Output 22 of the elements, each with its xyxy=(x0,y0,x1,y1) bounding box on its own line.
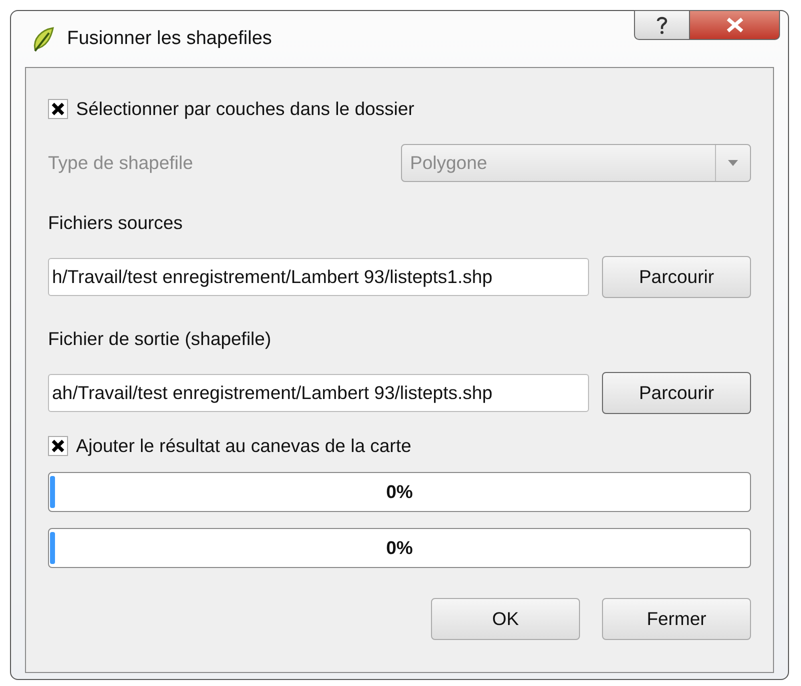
input-field[interactable]: ah/Travail/test enregistrement/Lambert 93/listepts.shp xyxy=(48,374,589,412)
ok-button[interactable]: OK xyxy=(431,598,580,640)
browse-button[interactable]: Parcourir xyxy=(602,256,751,298)
caret-icon xyxy=(727,159,739,167)
progress-reading: 0% xyxy=(385,536,414,560)
close-icon xyxy=(724,17,744,33)
window-title: Fusionner les shapefiles xyxy=(67,28,272,50)
field-label: Fichiers sources xyxy=(48,212,184,234)
progress-reading: 0% xyxy=(385,480,414,504)
help-button[interactable] xyxy=(634,10,690,40)
input-field[interactable]: h/Travail/test enregistrement/Lambert 93/listepts1.shp xyxy=(48,258,589,296)
browse-button[interactable]: Parcourir xyxy=(602,372,751,414)
checkbox-label: Sélectionner par couches dans le dossier xyxy=(76,98,414,120)
checkbox[interactable] xyxy=(48,99,68,119)
checkbox[interactable] xyxy=(48,436,68,456)
help-icon xyxy=(654,15,670,35)
field-label: Type de shapefile xyxy=(48,152,194,174)
close-button[interactable] xyxy=(690,10,780,40)
close-dialog-button[interactable]: Fermer xyxy=(602,598,751,640)
leaf-icon xyxy=(31,25,57,53)
checkbox-label: Ajouter le résultat au canevas de la carte xyxy=(76,435,412,457)
field-label: Fichier de sortie (shapefile) xyxy=(48,328,272,350)
